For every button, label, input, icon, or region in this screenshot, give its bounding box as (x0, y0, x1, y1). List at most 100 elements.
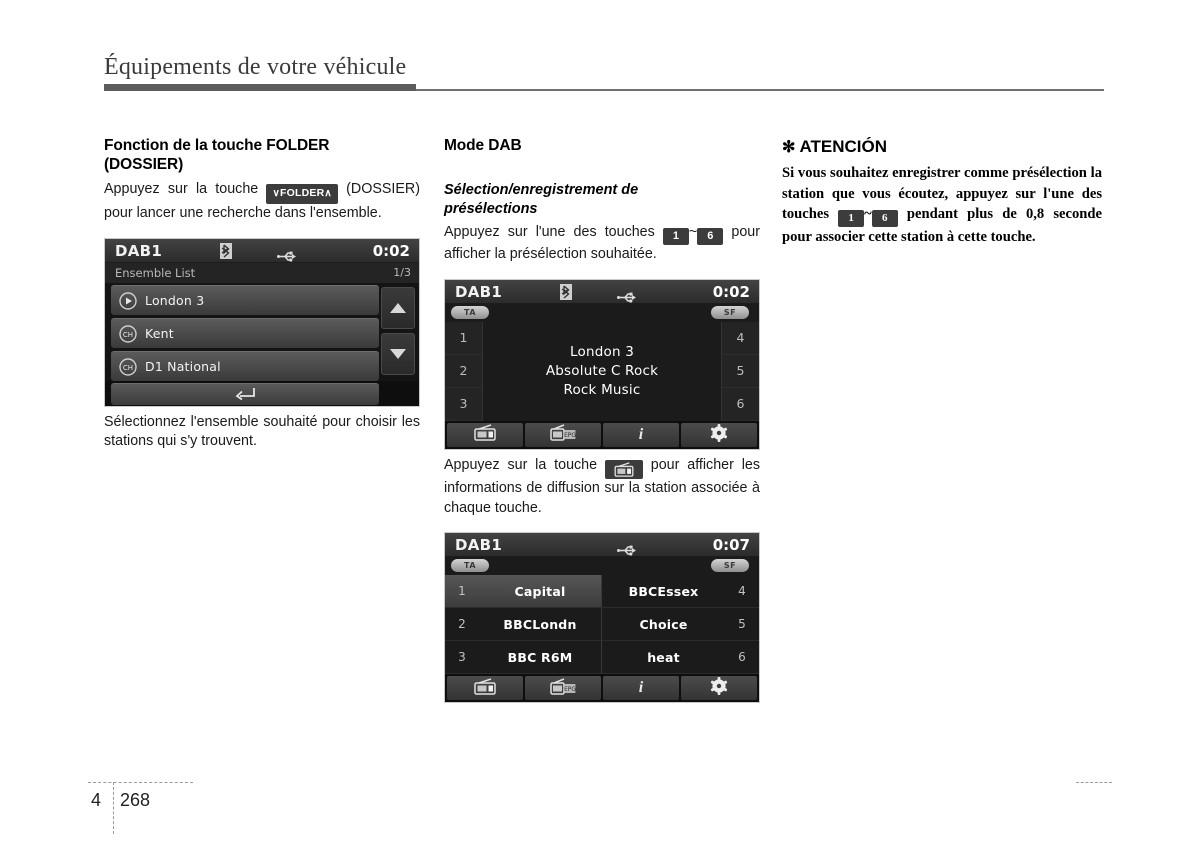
np-clock: 0:02 (712, 282, 750, 301)
footer-rule-vertical (113, 782, 114, 834)
preset-cell-2[interactable]: 2 BBCLondn (445, 608, 602, 642)
np-info: London 3 Absolute C Rock Rock Music (484, 322, 720, 421)
left-section-title-line2: (DOSSIER) (104, 156, 184, 173)
ensemble-page-indicator: 1/3 (393, 265, 411, 279)
caution-text-part2: pendant plus de 0,8 seconde pour associe… (782, 206, 1102, 245)
header-rules (104, 84, 1104, 92)
list-item[interactable]: London 3 (111, 284, 379, 315)
preset-button-4[interactable]: 4 (722, 322, 759, 355)
ensemble-list-screenshot: DAB1 0:02 Ensemble List 1/3 London 3 CH … (104, 237, 420, 407)
left-paragraph-part1: Appuyez sur la touche (104, 181, 259, 197)
mid-paragraph-2: Appuyez sur la touche pour afficher les … (444, 456, 760, 519)
presets-toolbar: EPG i (445, 674, 759, 703)
info-button[interactable]: i (603, 422, 679, 447)
ensemble-list-body: London 3 CH Kent CH D1 National (105, 283, 419, 383)
sf-badge[interactable]: SF (711, 559, 749, 573)
left-caption: Sélectionnez l'ensemble souhaité pour ch… (104, 413, 420, 450)
np-play-area: 1 2 3 London 3 Absolute C Rock Rock Musi… (445, 321, 759, 421)
chip-tilde: ~ (688, 224, 698, 240)
ta-badge[interactable]: TA (451, 559, 489, 573)
preset-number: 4 (738, 584, 746, 599)
info-button[interactable]: i (603, 676, 679, 701)
preset-column-left: 1 2 3 (445, 321, 483, 421)
scroll-down-button[interactable] (381, 332, 415, 375)
ensemble-list-title: Ensemble List (115, 265, 196, 280)
list-item-label: Kent (145, 325, 174, 341)
asterisk-icon: ✻ (782, 139, 796, 156)
arrow-up-icon (390, 302, 406, 313)
preset-button-6[interactable]: 6 (722, 388, 759, 421)
gear-icon (710, 423, 728, 446)
presets-screenshot: DAB1 0:07 TA SF 1 Capital 4 BBCEssex 2 B… (444, 532, 760, 704)
chevron-up-icon: ∧ (324, 188, 332, 199)
radio-icon (613, 462, 635, 478)
bluetooth-icon (220, 242, 232, 263)
chip-tilde: ~ (864, 206, 872, 222)
ta-badge[interactable]: TA (451, 305, 489, 319)
svg-text:EPG: EPG (564, 686, 576, 693)
preset-button-3[interactable]: 3 (445, 388, 482, 421)
back-button[interactable] (111, 382, 379, 405)
info-icon: i (638, 679, 644, 697)
mid-paragraph-2-part1: Appuyez sur la touche (444, 456, 598, 473)
caution-title-text: ATENCIÓN (799, 137, 888, 156)
preset-name: heat (647, 649, 680, 665)
ensemble-back-row (105, 380, 419, 406)
preset-cell-6[interactable]: 6 heat (602, 641, 759, 675)
np-status-bar: DAB1 0:02 (445, 279, 759, 304)
play-icon (119, 291, 137, 314)
radio-icon (473, 678, 497, 699)
np-genre: Rock Music (563, 382, 641, 398)
np-source-label: DAB1 (455, 282, 503, 301)
preset-name: BBC R6M (507, 649, 573, 665)
preset-number: 1 (458, 584, 466, 599)
preset-chip-1: 1 (838, 210, 865, 227)
left-column: Fonction de la touche FOLDER (DOSSIER) A… (104, 136, 420, 452)
radio-epg-button[interactable]: EPG (525, 676, 601, 701)
list-item-label: D1 National (145, 358, 221, 374)
list-item[interactable]: CH D1 National (111, 350, 379, 381)
ensemble-scroll-controls (381, 286, 415, 379)
sf-badge[interactable]: SF (711, 305, 749, 319)
mid-column: Mode DAB Sélection/enregistrement de pré… (444, 136, 760, 704)
bluetooth-icon (560, 283, 572, 304)
preset-button-5[interactable]: 5 (722, 355, 759, 388)
svg-text:CH: CH (123, 331, 133, 339)
preset-cell-4[interactable]: 4 BBCEssex (602, 575, 759, 609)
preset-cell-3[interactable]: 3 BBC R6M (445, 641, 602, 675)
np-ensemble-name: London 3 (570, 344, 634, 360)
preset-chip-6: 6 (697, 228, 724, 245)
preset-button-1[interactable]: 1 (445, 322, 482, 355)
page-number: 268 (120, 790, 151, 810)
radio-button[interactable] (447, 422, 523, 447)
preset-name: Capital (514, 583, 566, 599)
preset-number: 5 (738, 617, 746, 632)
np-badge-bar: TA SF (445, 303, 759, 322)
settings-button[interactable] (681, 422, 757, 447)
manual-page: Équipements de votre véhicule Fonction d… (0, 0, 1200, 861)
list-item[interactable]: CH Kent (111, 317, 379, 348)
preset-chip-6: 6 (871, 210, 898, 227)
presets-clock: 0:07 (712, 536, 750, 555)
ch-icon: CH (119, 324, 137, 347)
scroll-up-button[interactable] (381, 286, 415, 329)
preset-name: BBCEssex (628, 583, 699, 599)
mid-section-title: Mode DAB (444, 137, 522, 154)
mid-paragraph-1-part1: Appuyez sur l'une des touches (444, 224, 655, 240)
radio-epg-button[interactable]: EPG (525, 422, 601, 447)
ensemble-list-header: Ensemble List 1/3 (105, 262, 419, 283)
radio-epg-icon: EPG (549, 678, 577, 699)
left-section-title: Fonction de la touche FOLDER (DOSSIER) (104, 136, 420, 174)
radio-button[interactable] (447, 676, 523, 701)
footer-rule-right (1076, 782, 1112, 783)
folder-key-chip: ∨FOLDER∧ (266, 184, 338, 204)
ensemble-clock: 0:02 (372, 241, 410, 260)
mid-sub-title: Sélection/enregistrement de présélection… (444, 181, 760, 219)
settings-button[interactable] (681, 676, 757, 701)
preset-name: BBCLondn (503, 616, 577, 632)
preset-cell-5[interactable]: 5 Choice (602, 608, 759, 642)
mid-sub-title-line2: présélections (444, 201, 538, 217)
preset-cell-1[interactable]: 1 Capital (445, 575, 602, 609)
preset-button-2[interactable]: 2 (445, 355, 482, 388)
np-station-name: Absolute C Rock (545, 363, 659, 379)
